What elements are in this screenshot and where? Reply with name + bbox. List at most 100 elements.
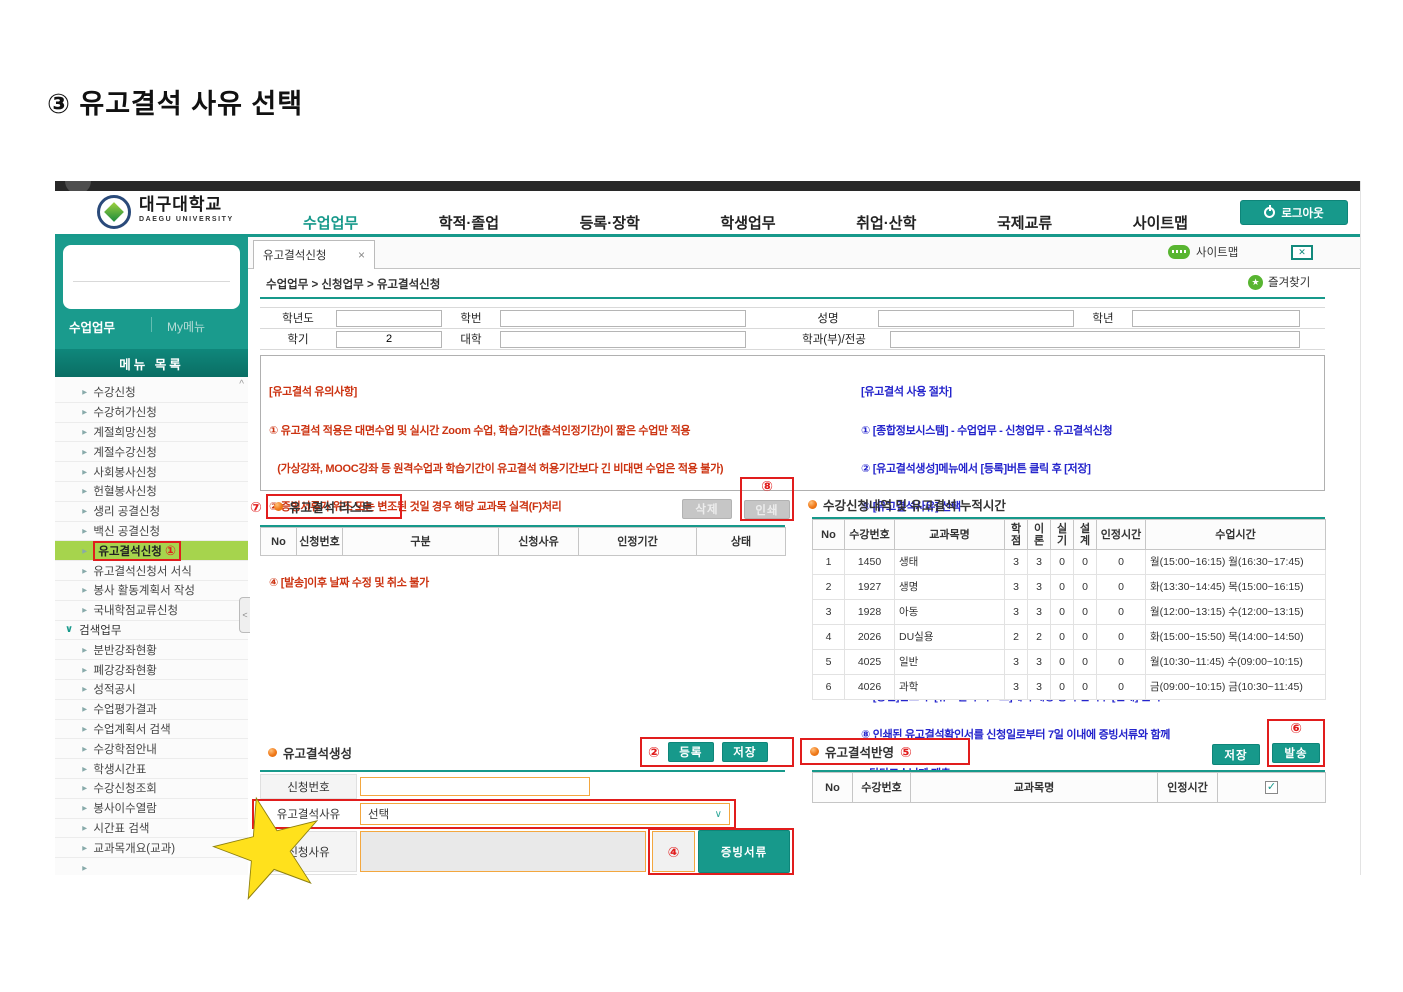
app-no-input[interactable] [360, 777, 590, 796]
sidebar-item[interactable]: ▶ 국내학점교류신청 [55, 601, 248, 621]
sidebar-item-absence-apply[interactable]: ▶ 유고결석신청 ① [55, 540, 248, 562]
sidebar: 수업업무 My메뉴 메뉴 목록 ^ ▶ 수강신청 ▶ 수강허가신청 ▶ 계절희망신청 … [55, 237, 248, 875]
table-row[interactable]: 2 1927 생명 3 3 0 0 0 화(13:30~14:45) 목(15:00~16:15… [812, 574, 1326, 600]
sidebar-item[interactable]: ▶ 계절수강신청 [55, 442, 248, 463]
reason-textarea[interactable] [360, 831, 646, 872]
check-icon: ✓ [1266, 781, 1277, 793]
sidebar-tab-mymenu[interactable]: My메뉴 [167, 318, 205, 335]
sidebar-collapse-handle[interactable]: < [239, 597, 250, 633]
send-button[interactable]: 발송 [1272, 743, 1320, 763]
arrow-icon: ▶ [82, 686, 88, 693]
creation-title: 유고결석생성 [283, 747, 353, 761]
sidebar-section-search[interactable]: ∨ 검색업무 [55, 621, 248, 641]
tab-close-icon[interactable]: × [358, 248, 365, 262]
student-no-label: 학번 [460, 313, 482, 325]
table-row[interactable]: 3 1928 아동 3 3 0 0 0 월(12:00~13:15) 수(12:00~13:15… [812, 599, 1326, 625]
tab-bar: 유고결석신청 × 사이트맵 ✕ [248, 237, 1360, 269]
annotation-5: ⑤ [900, 743, 912, 760]
table-row[interactable]: 5 4025 일반 3 3 0 0 0 월(10:30~11:45) 수(09:00~10:15… [812, 649, 1326, 675]
year-input[interactable] [336, 309, 442, 327]
sidebar-item[interactable]: ▶ 유고결석신청서 서식 [55, 561, 248, 581]
close-all-tabs-icon[interactable]: ✕ [1291, 245, 1313, 260]
notice-procedure-title: [유고결석 사용 절차] [861, 386, 952, 399]
grade-label: 학년 [1092, 313, 1114, 325]
major-label: 학과(부)/전공 [802, 334, 866, 346]
sidebar-tab-classwork[interactable]: 수업업무 [69, 317, 115, 336]
creation-save-button[interactable]: 저장 [721, 742, 768, 762]
student-form-row-1: 학년도 학번 성명 학년 [260, 308, 1325, 329]
nav-item-career[interactable]: 취업·산학 [856, 212, 916, 233]
nav-item-international[interactable]: 국제교류 [997, 212, 1052, 233]
table-row[interactable]: 6 4026 과학 3 3 0 0 0 금(09:00~10:15) 금(10:30~11:45… [812, 674, 1326, 700]
sidebar-item[interactable]: ▶ 수강신청조회 [55, 779, 248, 799]
sidebar-info-box [63, 245, 240, 309]
enrollment-table: No 수강번호 교과목명 학점 이론 실기 설계 인정시간 수업시간 1 1450… [812, 519, 1326, 700]
sidebar-menu-list: ^ ▶ 수강신청 ▶ 수강허가신청 ▶ 계절희망신청 ▶ 계절수강신청 ▶ 사회봉사신청 … [55, 377, 248, 875]
portal-window: 대구대학교 DAEGU UNIVERSITY 수업업무 학적·졸업 등록·장학 … [55, 181, 1361, 875]
sitemap-button[interactable]: 사이트맵 [1168, 244, 1238, 260]
name-input[interactable] [878, 309, 1074, 327]
tab-absence-apply[interactable]: 유고결석신청 × [253, 240, 375, 269]
absence-list-table: No 신청번호 구분 신청사유 인정기간 상태 [260, 527, 786, 556]
nav-item-sitemap[interactable]: 사이트맵 [1133, 212, 1188, 233]
delete-button[interactable]: 삭제 [682, 499, 732, 519]
evidence-button[interactable]: 증빙서류 [698, 830, 790, 873]
sidebar-item[interactable]: ▶ 백신 공결신청 [55, 522, 248, 542]
sidebar-item[interactable]: ▶ 사회봉사신청 [55, 462, 248, 482]
reason-select[interactable]: 선택 ∨ [360, 803, 730, 825]
sidebar-item[interactable]: ▶ 폐강강좌현황 [55, 660, 248, 680]
arrow-icon: ▶ [82, 389, 88, 396]
select-all-checkbox[interactable]: ✓ [1265, 781, 1278, 794]
print-button[interactable]: 인쇄 [744, 500, 790, 519]
sidebar-item[interactable]: ▶ 수강신청 [55, 383, 248, 403]
grade-input[interactable] [1132, 309, 1300, 327]
portal-header: 대구대학교 DAEGU UNIVERSITY 수업업무 학적·졸업 등록·장학 … [55, 191, 1360, 234]
sidebar-item[interactable]: ▶ 성적공시 [55, 680, 248, 700]
table-row[interactable]: 4 2026 DU실용 2 2 0 0 0 화(15:00~15:50) 목(14:00~14:… [812, 624, 1326, 650]
sidebar-item[interactable]: ▶ 수강학점안내 [55, 739, 248, 760]
student-no-input[interactable] [500, 309, 746, 327]
nav-item-registration[interactable]: 등록·장학 [580, 212, 640, 233]
section-bullet-icon [274, 502, 283, 511]
sidebar-item[interactable]: ▶ 봉사 활동계획서 작성 [55, 581, 248, 601]
register-button[interactable]: 등록 [667, 742, 714, 762]
breadcrumb-divider [260, 297, 1325, 299]
semester-label: 학기 [287, 334, 309, 346]
sidebar-item[interactable]: ▶ 분반강좌현황 [55, 640, 248, 661]
arrow-icon: ▶ [82, 508, 88, 515]
nav-item-records[interactable]: 학적·졸업 [439, 212, 499, 233]
sidebar-item[interactable]: ▶ 계절희망신청 [55, 423, 248, 443]
major-input[interactable] [890, 330, 1300, 348]
semester-input[interactable] [336, 330, 442, 348]
college-input[interactable] [500, 330, 746, 348]
arrow-icon: ▶ [82, 409, 88, 416]
arrow-icon: ▶ [82, 567, 88, 575]
sidebar-item[interactable]: ▶ 수업평가결과 [55, 700, 248, 720]
logout-button[interactable]: 로그아웃 [1240, 200, 1348, 225]
sidebar-item[interactable]: ▶ 수업계획서 검색 [55, 720, 248, 740]
arrow-icon: ▶ [82, 785, 88, 792]
arrow-icon: ▶ [82, 429, 88, 436]
print-annotation-box: ⑧ 인쇄 [740, 477, 794, 521]
section-bullet-icon [268, 748, 277, 757]
sidebar-item[interactable]: ▶ 수강허가신청 [55, 403, 248, 423]
sidebar-item[interactable]: ▶ 학생시간표 [55, 759, 248, 779]
power-icon [1264, 205, 1276, 218]
scroll-up-icon[interactable]: ^ [239, 379, 244, 390]
arrow-icon: ▶ [82, 607, 88, 614]
nav-item-classwork[interactable]: 수업업무 [303, 212, 358, 233]
favorites-button[interactable]: ★ 즐겨찾기 [1248, 274, 1310, 290]
nav-item-student[interactable]: 학생업무 [720, 212, 775, 233]
arrow-icon: ▶ [82, 825, 88, 832]
window-top-bar [55, 181, 1360, 194]
arrow-icon: ▶ [82, 488, 88, 495]
notice-box: [유고결석 유의사항] ① 유고결석 적용은 대면수업 및 실시간 Zoom 수… [260, 355, 1325, 780]
table-row[interactable]: 1 1450 생태 3 3 0 0 0 월(15:00~16:15) 월(16:30~17:45… [812, 549, 1326, 575]
student-info-form: 학년도 학번 성명 학년 학기 대학 학과(부)/전공 [260, 307, 1325, 350]
reflection-save-button[interactable]: 저장 [1212, 744, 1260, 765]
sidebar-item[interactable]: ▶ 생리 공결신청 [55, 502, 248, 522]
arrow-icon: ▶ [82, 746, 88, 753]
section-bullet-icon [808, 500, 817, 509]
send-annotation-box: ⑥ 발송 [1267, 719, 1325, 767]
sidebar-item[interactable]: ▶ 헌혈봉사신청 [55, 482, 248, 502]
